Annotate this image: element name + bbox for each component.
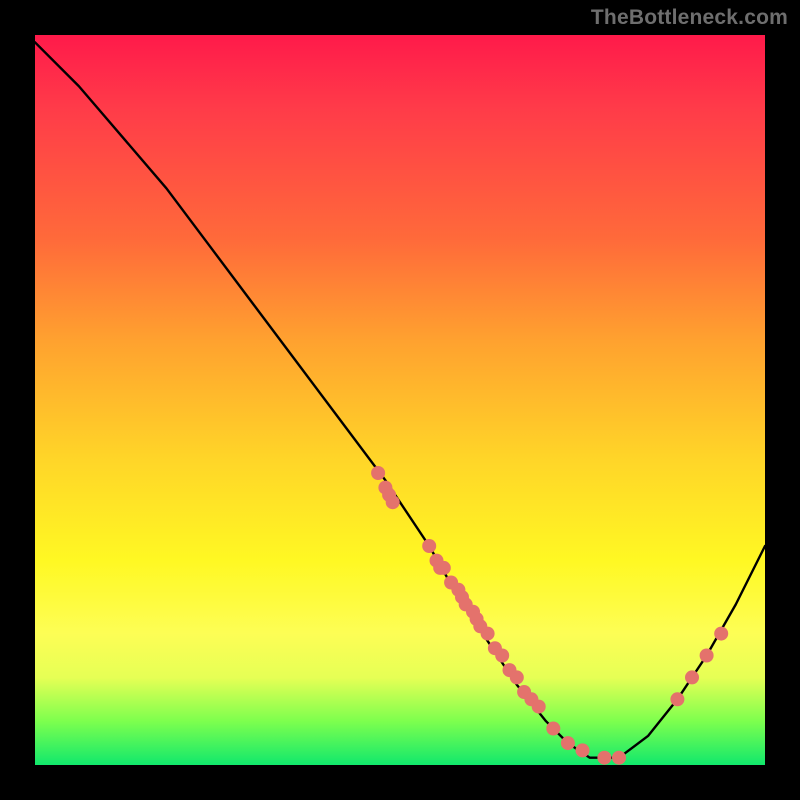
data-point <box>561 736 575 750</box>
data-point <box>532 700 546 714</box>
data-point <box>546 722 560 736</box>
data-point <box>495 649 509 663</box>
plot-area <box>35 35 765 765</box>
chart-frame: TheBottleneck.com <box>0 0 800 800</box>
data-point <box>700 649 714 663</box>
data-point <box>386 495 400 509</box>
data-point <box>437 561 451 575</box>
data-point <box>685 670 699 684</box>
bottleneck-curve <box>35 42 765 757</box>
data-point <box>371 466 385 480</box>
data-point <box>612 751 626 765</box>
sample-points <box>371 466 728 765</box>
watermark-text: TheBottleneck.com <box>591 6 788 30</box>
data-point <box>510 670 524 684</box>
data-point <box>576 743 590 757</box>
data-point <box>670 692 684 706</box>
data-point <box>422 539 436 553</box>
data-point <box>597 751 611 765</box>
data-point <box>481 627 495 641</box>
data-point <box>714 627 728 641</box>
chart-overlay <box>35 35 765 765</box>
